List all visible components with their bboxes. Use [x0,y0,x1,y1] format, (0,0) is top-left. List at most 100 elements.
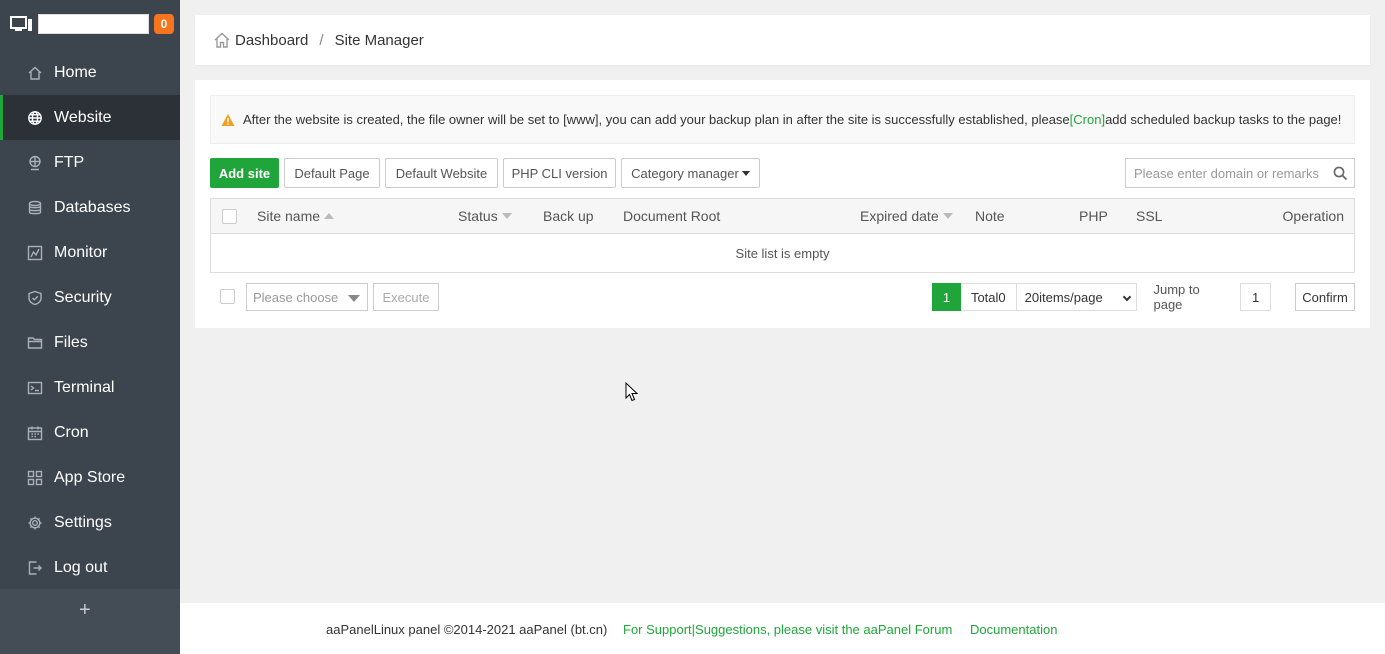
page-number-current[interactable]: 1 [932,283,961,311]
sidebar-item-label: Home [54,63,97,81]
gear-icon [27,515,43,531]
notice-banner: After the website is created, the file o… [210,95,1355,144]
column-label: Status [458,208,498,224]
search-input[interactable] [1126,159,1326,187]
server-monitor-icon[interactable] [10,15,34,33]
column-label: Document Root [623,208,721,224]
category-manager-label: Category manager [631,165,739,181]
sidebar-item-label: App Store [54,468,126,486]
sidebar-item-app-store[interactable]: App Store [0,455,180,500]
column-expired-date[interactable]: Expired date [860,199,953,233]
sidebar-item-label: FTP [54,153,85,171]
column-status[interactable]: Status [458,199,512,233]
select-all-checkbox[interactable] [222,208,237,224]
mouse-cursor-icon [625,382,639,402]
add-shortcut-button[interactable]: + [79,599,91,621]
confirm-jump-button[interactable]: Confirm [1295,283,1355,311]
category-manager-button[interactable]: Category manager [621,158,760,188]
terminal-icon [27,380,43,396]
calendar-icon [27,425,43,441]
shield-icon [27,290,43,306]
sidebar-item-ftp[interactable]: FTP [0,140,180,185]
default-website-button[interactable]: Default Website [385,158,498,188]
column-site-name[interactable]: Site name [257,199,335,233]
sidebar-item-databases[interactable]: Databases [0,185,180,230]
sidebar-item-home[interactable]: Home [0,50,180,95]
table-footer: Please choose Execute 1 Total0 20items/p… [210,282,1355,312]
chevron-down-icon [741,170,750,176]
logout-icon [27,560,43,576]
sidebar-footer: + [0,589,180,654]
total-count: Total0 [960,283,1017,311]
sort-asc-icon [324,213,335,219]
breadcrumb-separator: / [319,31,324,49]
notice-cron-link[interactable]: [Cron] [1070,112,1105,127]
sidebar-item-label: Databases [54,198,131,216]
toolbar: Add site Default Page Default Website PH… [210,158,765,188]
site-manager-panel: After the website is created, the file o… [195,80,1370,328]
sidebar-item-website[interactable]: Website [0,95,180,140]
sidebar-item-logout[interactable]: Log out [0,545,180,590]
monitor-chart-icon [27,245,43,261]
column-note: Note [975,199,1005,233]
search-box [1125,158,1355,188]
home-icon [214,32,230,48]
warning-icon [221,113,235,126]
breadcrumb: Dashboard / Site Manager [195,15,1370,65]
server-ip-box [38,14,149,34]
documentation-link[interactable]: Documentation [970,622,1057,637]
column-label: Site name [257,208,321,224]
sidebar-item-monitor[interactable]: Monitor [0,230,180,275]
grid-icon [27,470,43,486]
sidebar-item-label: Log out [54,558,108,576]
page-footer: aaPanelLinux panel ©2014-2021 aaPanel (b… [180,603,1385,654]
sidebar: 0 Home Website FTP Databases Monitor Sec… [0,0,180,654]
sidebar-item-security[interactable]: Security [0,275,180,320]
page-size-select[interactable]: 20items/page [1016,283,1138,311]
home-icon [27,65,43,81]
jump-page-input[interactable]: 1 [1240,283,1272,311]
sidebar-item-terminal[interactable]: Terminal [0,365,180,410]
batch-select-checkbox[interactable] [220,289,235,304]
sidebar-item-label: Monitor [54,243,108,261]
column-label: Note [975,208,1005,224]
sidebar-item-label: Settings [54,513,112,531]
copyright-text: aaPanelLinux panel ©2014-2021 aaPanel (b… [326,622,608,637]
ftp-icon [27,155,43,171]
column-operation: Operation [1283,199,1344,233]
column-label: SSL [1136,208,1163,224]
sort-desc-icon [501,213,512,219]
batch-action-placeholder: Please choose [253,289,339,305]
pagination: 1 Total0 20items/page Jump to page 1 Con… [932,282,1355,312]
column-label: Expired date [860,208,939,224]
column-php: PHP [1079,199,1108,233]
table-empty-row: Site list is empty [211,234,1354,272]
support-forum-link[interactable]: For Support|Suggestions, please visit th… [623,622,952,637]
notification-badge[interactable]: 0 [154,14,174,34]
column-backup: Back up [543,199,594,233]
sidebar-item-label: Website [54,108,112,126]
execute-button[interactable]: Execute [373,283,439,311]
jump-to-page-label: Jump to page [1153,282,1200,312]
column-label: Back up [543,208,594,224]
column-ssl: SSL [1136,199,1162,233]
sidebar-item-files[interactable]: Files [0,320,180,365]
sidebar-item-label: Terminal [54,378,115,396]
sidebar-item-label: Files [54,333,88,351]
sidebar-item-label: Security [54,288,112,306]
batch-action-select[interactable]: Please choose [246,283,368,311]
add-site-button[interactable]: Add site [210,158,279,188]
sidebar-item-cron[interactable]: Cron [0,410,180,455]
php-cli-version-button[interactable]: PHP CLI version [503,158,616,188]
breadcrumb-dashboard-link[interactable]: Dashboard [235,32,308,49]
table-header: Site name Status Back up Document Root E… [211,199,1354,234]
sidebar-item-settings[interactable]: Settings [0,500,180,545]
breadcrumb-current: Site Manager [334,31,424,49]
column-document-root: Document Root [623,199,720,233]
sort-desc-icon [942,213,953,219]
default-page-button[interactable]: Default Page [284,158,380,188]
search-icon[interactable] [1326,166,1354,181]
notice-text-after: add scheduled backup tasks to the page! [1105,112,1342,127]
sidebar-header: 0 [0,0,180,48]
site-table: Site name Status Back up Document Root E… [210,198,1355,273]
